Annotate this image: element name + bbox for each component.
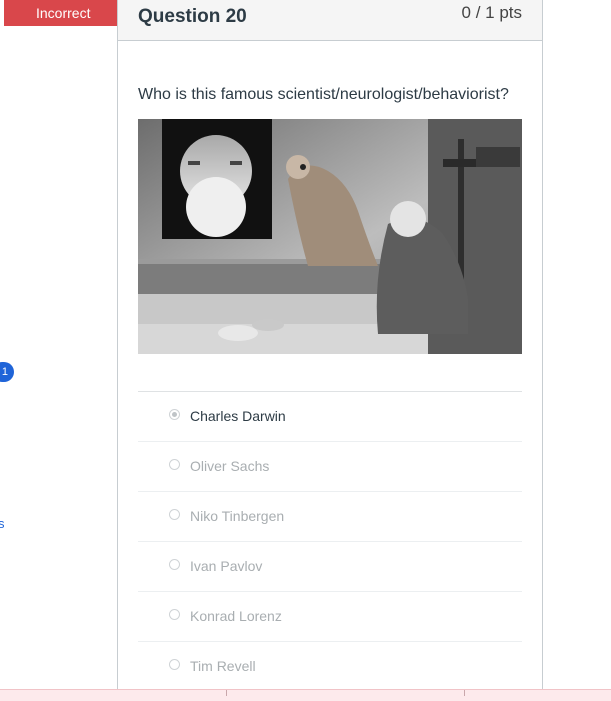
answer-label: Konrad Lorenz: [190, 608, 282, 624]
incorrect-status-tag: Incorrect: [4, 0, 130, 26]
left-notification-badge[interactable]: 1: [0, 362, 14, 382]
radio-selected-icon[interactable]: [169, 409, 180, 420]
question-title: Question 20: [138, 6, 247, 27]
answer-label: Charles Darwin: [190, 408, 286, 424]
bottom-tick-mark: [464, 690, 465, 696]
question-header: Question 20 0 / 1 pts: [118, 0, 542, 41]
left-notification-badge-count: 1: [1, 366, 8, 378]
question-card: Question 20 0 / 1 pts Who is this famous…: [117, 0, 543, 701]
radio-icon[interactable]: [169, 659, 180, 670]
answer-label: Ivan Pavlov: [190, 558, 263, 574]
answer-label: Tim Revell: [190, 658, 256, 674]
answer-label: Oliver Sachs: [190, 458, 270, 474]
answer-option-5[interactable]: Konrad Lorenz: [138, 592, 522, 642]
answer-option-3[interactable]: Niko Tinbergen: [138, 492, 522, 542]
answer-option-1[interactable]: Charles Darwin: [138, 392, 522, 442]
answer-option-6[interactable]: Tim Revell: [138, 642, 522, 692]
answer-option-2[interactable]: Oliver Sachs: [138, 442, 522, 492]
lab-photo-illustration: [138, 119, 522, 354]
answer-option-4[interactable]: Ivan Pavlov: [138, 542, 522, 592]
question-photo: [138, 119, 522, 354]
question-points: 0 / 1 pts: [461, 3, 522, 22]
answer-label: Niko Tinbergen: [190, 508, 285, 524]
radio-icon[interactable]: [169, 609, 180, 620]
incorrect-status-label: Incorrect: [36, 5, 91, 21]
radio-icon[interactable]: [169, 559, 180, 570]
bottom-status-strip: [0, 689, 611, 701]
question-prompt: Who is this famous scientist/neurologist…: [138, 86, 509, 103]
bottom-tick-mark: [226, 690, 227, 696]
radio-icon[interactable]: [169, 459, 180, 470]
left-partial-link[interactable]: s: [0, 516, 5, 531]
answer-list: Charles Darwin Oliver Sachs Niko Tinberg…: [138, 392, 522, 692]
radio-icon[interactable]: [169, 509, 180, 520]
